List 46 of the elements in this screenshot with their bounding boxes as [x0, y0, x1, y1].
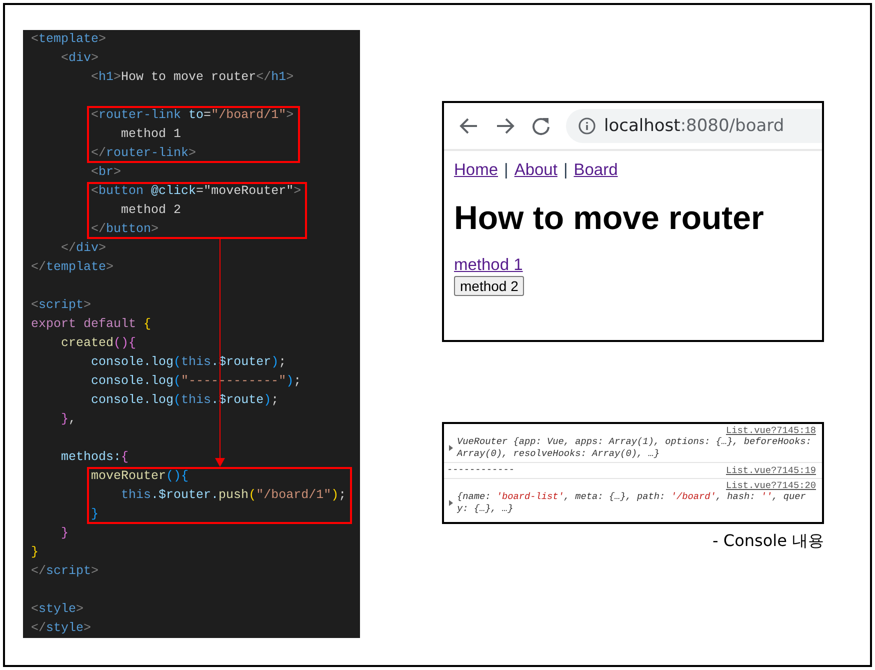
code-line: </div> — [60, 240, 108, 257]
method-link[interactable]: method 1 — [454, 256, 523, 275]
code-line: } — [60, 525, 70, 542]
code-line: </style> — [31, 620, 92, 637]
code-line: </script> — [31, 563, 100, 580]
code-line: <br> — [90, 164, 122, 181]
nav-separator: | — [504, 161, 508, 180]
code-line: method 2 — [120, 202, 182, 219]
code-line: </template> — [31, 259, 115, 276]
code-line: </router-link> — [90, 145, 198, 162]
code-line: method 1 — [120, 126, 182, 143]
address-bar[interactable]: localhost:8080/board — [566, 109, 822, 143]
code-line: } — [90, 506, 100, 523]
code-line: <div> — [60, 50, 100, 67]
source-link[interactable]: List.vue?7145:20 — [447, 480, 816, 491]
code-line: <button @click="moveRouter"> — [90, 183, 302, 200]
url-text: localhost:8080/board — [604, 116, 784, 136]
code-line: <h1>How to move router</h1> — [90, 69, 295, 86]
console-message: ------------ — [447, 464, 515, 476]
page-heading: How to move router — [454, 198, 764, 238]
expand-icon[interactable] — [447, 444, 455, 452]
source-link[interactable]: List.vue?7145:18 — [447, 425, 816, 436]
code-line: } — [31, 544, 40, 561]
info-icon[interactable] — [578, 117, 596, 135]
reload-icon[interactable] — [530, 115, 552, 137]
expand-icon[interactable] — [447, 499, 455, 507]
nav-link[interactable]: About — [514, 161, 558, 180]
code-line: this.$router.push("/board/1"); — [120, 487, 348, 504]
console-message: {name: 'board-list', meta: {…}, path: '/board', hash: '', query: {…}, …} — [457, 491, 807, 515]
console-message: VueRouter {app: Vue, apps: Array(1), options: {…}, beforeHooks: Array(0), resolveHooks: Array(0), …} — [457, 436, 812, 460]
code-line: <style> — [31, 601, 85, 618]
code-line: export default { — [31, 316, 152, 333]
nav-separator: | — [563, 161, 568, 180]
code-line: <script> — [31, 297, 92, 314]
code-line: methods:{ — [60, 449, 130, 466]
caption-text: - Console 내용 — [712, 531, 824, 552]
code-line: <template> — [31, 31, 108, 48]
code-line: moveRouter(){ — [90, 468, 190, 485]
code-line: created(){ — [60, 335, 138, 352]
method-button[interactable]: method 2 — [454, 276, 524, 296]
code-line: </button> — [90, 221, 160, 238]
nav-link[interactable]: Home — [454, 161, 498, 180]
source-link[interactable]: List.vue?7145:19 — [726, 464, 816, 476]
code-line: }, — [60, 411, 78, 428]
code-line: <router-link to="/board/1"> — [90, 107, 295, 124]
nav-link[interactable]: Board — [574, 161, 618, 180]
